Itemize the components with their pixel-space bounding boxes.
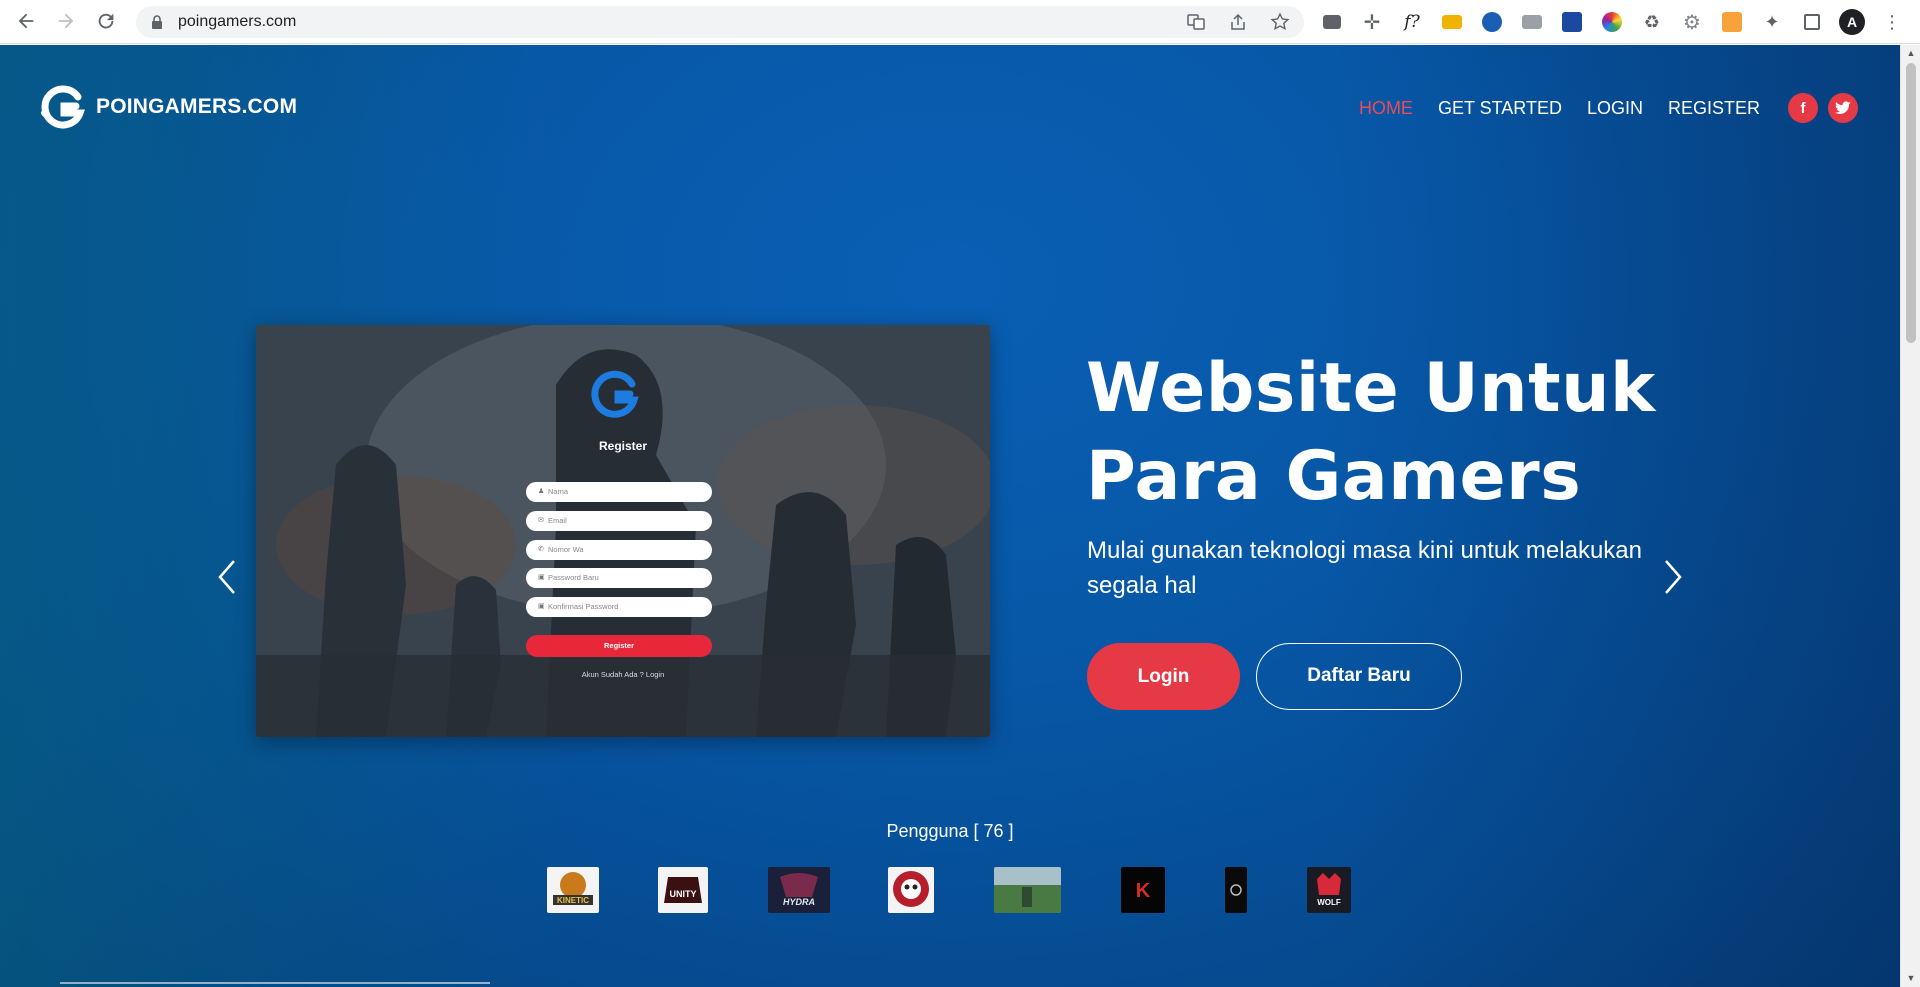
share-icon[interactable] [1228, 12, 1248, 32]
k-logo[interactable]: K [1121, 867, 1165, 913]
nav-register[interactable]: REGISTER [1668, 98, 1760, 119]
confirm-password-field: ▣ Konfirmasi Password [526, 597, 712, 617]
translate-icon[interactable] [1186, 12, 1206, 32]
scrollbar-thumb[interactable] [1906, 63, 1916, 343]
slide-preview-image: Register ♟ Nama ✉ Email ✆ Nomor Wa ▣ Passwor… [256, 325, 990, 737]
nav-login[interactable]: LOGIN [1587, 98, 1643, 119]
reload-icon[interactable] [94, 10, 118, 34]
password-field: ▣ Password Baru [526, 568, 712, 588]
twitter-icon[interactable] [1828, 93, 1858, 123]
scroll-up-icon[interactable]: ▲ [1906, 48, 1916, 58]
facebook-icon[interactable]: f [1788, 93, 1818, 123]
svg-text:HYDRA: HYDRA [783, 897, 815, 907]
menu-kebab-icon[interactable]: ⋮ [1878, 8, 1906, 36]
lock-icon: ▣ [538, 574, 545, 581]
dark-logo[interactable] [1225, 867, 1247, 913]
svg-text:WOLF: WOLF [1317, 898, 1341, 907]
orange-box-icon[interactable] [1718, 8, 1746, 36]
nav-home[interactable]: HOME [1359, 98, 1413, 119]
tab-search-icon[interactable] [1318, 8, 1346, 36]
bookmark-star-icon[interactable] [1270, 12, 1290, 32]
recycle-icon[interactable]: ♻ [1638, 8, 1666, 36]
nav-get-started[interactable]: GET STARTED [1438, 98, 1562, 119]
page-body: POINGAMERS.COM HOME GET STARTED LOGIN RE… [0, 45, 1900, 987]
color-wheel-icon[interactable] [1598, 8, 1626, 36]
sidebar-icon[interactable] [1798, 8, 1826, 36]
gear-icon[interactable]: ⚙ [1678, 8, 1706, 36]
logo-text: POINGAMERS.COM [96, 95, 298, 118]
site-header: POINGAMERS.COM HOME GET STARTED LOGIN RE… [0, 45, 1900, 165]
profile-avatar[interactable]: A [1838, 8, 1866, 36]
puzzle-icon[interactable]: ✦ [1758, 8, 1786, 36]
back-icon[interactable] [14, 10, 38, 34]
address-bar[interactable]: poingamers.com [136, 6, 1304, 38]
book-icon[interactable] [1558, 8, 1586, 36]
form-register-button: Register [526, 635, 712, 657]
photo-logo[interactable] [994, 867, 1061, 913]
logo-g-icon [41, 85, 85, 129]
users-count-title: Pengguna [ 76 ] [886, 821, 1014, 841]
font-icon[interactable]: f? [1398, 8, 1426, 36]
url-text[interactable]: poingamers.com [178, 6, 296, 38]
skull-logo[interactable] [888, 867, 934, 913]
kinetic-logo[interactable]: KINETIC [547, 867, 599, 913]
register-button[interactable]: Daftar Baru [1256, 643, 1462, 710]
unity-logo[interactable]: UNITY [658, 867, 708, 913]
email-field: ✉ Email [526, 511, 712, 531]
scroll-down-icon[interactable]: ▼ [1906, 973, 1916, 983]
extensions-bar: ✛ f? ♻ ⚙ ✦ A ⋮ [1318, 8, 1906, 36]
carousel-prev-icon[interactable] [212, 557, 242, 597]
user-icon: ♟ [538, 488, 545, 495]
forward-icon[interactable] [54, 10, 78, 34]
site-logo[interactable]: POINGAMERS.COM [38, 83, 297, 131]
lock-icon: ▣ [538, 603, 545, 610]
phone-field: ✆ Nomor Wa [526, 540, 712, 560]
svg-text:KINETIC: KINETIC [557, 896, 589, 905]
circle-icon[interactable] [1478, 8, 1506, 36]
horizontal-scroll-indicator [60, 982, 490, 984]
svg-text:K: K [1136, 880, 1151, 902]
move-icon[interactable]: ✛ [1358, 8, 1386, 36]
hero-title: Website Untuk Para Gamers [1086, 349, 1656, 516]
form-footer-text: Akun Sudah Ada ? Login [581, 670, 665, 679]
page-scrollbar[interactable]: ▲ ▼ [1900, 45, 1920, 987]
hydra-logo[interactable]: HYDRA [768, 867, 830, 913]
name-field: ♟ Nama [526, 482, 712, 502]
lock-icon[interactable] [150, 14, 164, 30]
camera-icon[interactable] [1518, 8, 1546, 36]
mail-icon: ✉ [538, 517, 544, 524]
main-nav: HOME GET STARTED LOGIN REGISTER f [1334, 93, 1858, 123]
browser-toolbar: poingamers.com ✛ f? ♻ ⚙ ✦ A ⋮ [0, 0, 1920, 44]
form-title: Register [598, 439, 648, 453]
phone-icon: ✆ [538, 546, 544, 553]
login-button[interactable]: Login [1087, 643, 1240, 710]
hero-subtitle: Mulai gunakan teknologi masa kini untuk … [1087, 537, 1642, 599]
form-logo-icon [591, 370, 639, 418]
wolf-logo[interactable]: WOLF [1307, 867, 1351, 913]
folder-icon[interactable] [1438, 8, 1466, 36]
svg-text:UNITY: UNITY [670, 889, 697, 899]
user-logos-row: KINETIC UNITY HYDRA K WOLF [0, 867, 1900, 915]
